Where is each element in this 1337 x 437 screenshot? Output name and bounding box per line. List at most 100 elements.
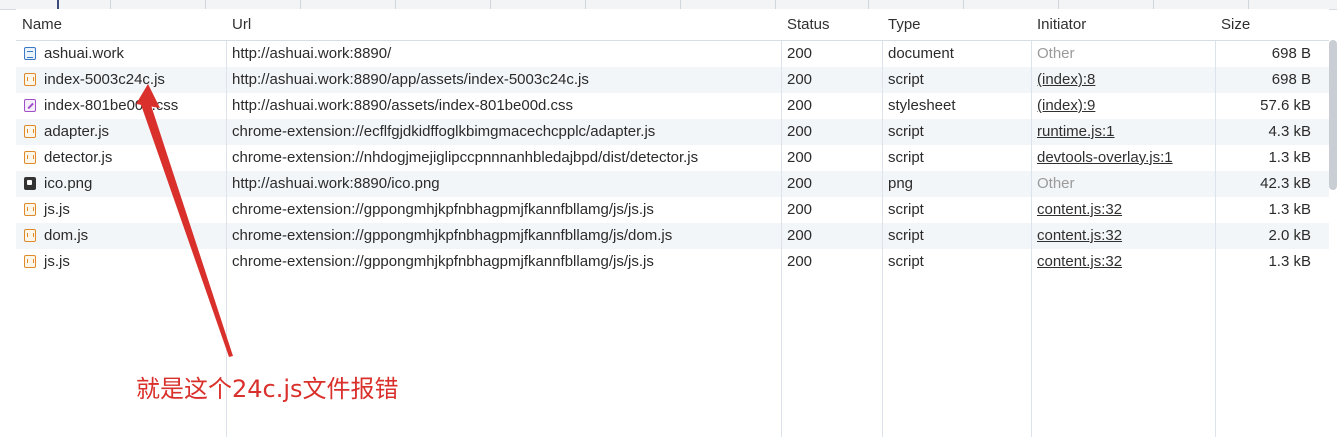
cell-name-text: detector.js [44,149,113,166]
stylesheet-icon [24,99,36,112]
document-icon [24,47,36,60]
initiator-link[interactable]: content.js:32 [1037,253,1122,270]
strip-divider [490,0,491,9]
strip-divider [585,0,586,9]
column-header-size[interactable]: Size [1215,9,1329,40]
script-icon [24,151,36,164]
cell-size: 1.3 kB [1268,253,1311,270]
strip-divider [57,0,59,9]
script-icon [24,255,36,268]
cell-initiator: Other [1037,175,1075,192]
cell-initiator: content.js:32 [1031,249,1215,275]
cell-url: chrome-extension://ecflfgjdkidffoglkbimg… [232,123,656,140]
column-header-status[interactable]: Status [781,9,882,40]
column-divider[interactable] [882,9,883,437]
cell-name: adapter.js [16,119,226,145]
column-header-type[interactable]: Type [882,9,1031,40]
column-divider[interactable] [781,9,782,437]
initiator-link[interactable]: content.js:32 [1037,201,1122,218]
cell-size: 1.3 kB [1268,149,1311,166]
initiator-link[interactable]: devtools-overlay.js:1 [1037,149,1173,166]
strip-divider [680,0,681,9]
column-header-url[interactable]: Url [226,9,781,40]
cell-status: 200 [787,175,813,192]
annotation-label: 就是这个24c.js文件报错 [136,375,399,403]
script-icon [24,229,36,242]
devtools-network-panel: ashuai.work http://ashuai.work:8890/200 do… [0,0,1337,437]
cell-type: script [888,253,924,270]
cell-url: chrome-extension://gppongmhjkpfnbhagpmjf… [232,253,654,270]
image-icon [24,177,36,190]
table-row[interactable]: dom.js chrome-extension://gppongmhjkpfnbh… [16,223,1329,249]
strip-divider [963,0,964,9]
cell-initiator: (index):9 [1031,93,1215,119]
cell-status: 200 [787,201,813,218]
cell-name-text: dom.js [44,227,89,244]
table-row[interactable]: js.js chrome-extension://gppongmhjkpfnbha… [16,249,1329,275]
cell-size: 1.3 kB [1268,201,1311,218]
cell-url: chrome-extension://nhdogjmejiglipccpnnna… [232,149,699,166]
cell-name-text: ashuai.work [44,45,125,62]
cell-url: chrome-extension://gppongmhjkpfnbhagpmjf… [232,227,673,244]
column-divider[interactable] [1215,9,1216,437]
initiator-link[interactable]: content.js:32 [1037,227,1122,244]
strip-divider [775,0,776,9]
cell-url: chrome-extension://gppongmhjkpfnbhagpmjf… [232,201,654,218]
cell-size: 2.0 kB [1268,227,1311,244]
cell-name-text: ico.png [44,175,93,192]
cell-initiator: runtime.js:1 [1031,119,1215,145]
cell-name: ico.png [16,171,226,197]
script-icon [24,125,36,138]
strip-divider [1248,0,1249,9]
cell-type: script [888,227,924,244]
initiator-link[interactable]: (index):9 [1037,97,1095,114]
column-header-name[interactable]: Name [16,9,226,40]
initiator-link[interactable]: (index):8 [1037,71,1095,88]
cell-name: index-5003c24c.js [16,67,226,93]
cell-name-text: index-5003c24c.js [44,71,165,88]
cell-size: 57.6 kB [1260,97,1311,114]
table-row[interactable]: adapter.js chrome-extension://ecflfgjdkid… [16,119,1329,145]
cell-name: dom.js [16,223,226,249]
table-row[interactable]: js.js chrome-extension://gppongmhjkpfnbha… [16,197,1329,223]
cell-name-text: js.js [44,253,70,270]
cell-initiator: content.js:32 [1031,197,1215,223]
cell-type: stylesheet [888,97,956,114]
strip-divider [1058,0,1059,9]
cell-url: http://ashuai.work:8890/ [232,45,392,62]
cell-name-text: adapter.js [44,123,110,140]
table-row[interactable]: index-801be00d.css http://ashuai.work:889… [16,93,1329,119]
script-icon [24,73,36,86]
cell-name: js.js [16,249,226,275]
column-header-initiator[interactable]: Initiator [1031,9,1215,40]
cell-status: 200 [787,45,813,62]
cell-status: 200 [787,123,813,140]
column-divider[interactable] [1031,9,1032,437]
vertical-scrollbar[interactable] [1329,40,1337,190]
cell-initiator: devtools-overlay.js:1 [1031,145,1215,171]
cell-name: ashuai.work [16,41,226,67]
cell-type: document [888,45,954,62]
cell-url: http://ashuai.work:8890/assets/index-801… [232,97,574,114]
strip-divider [205,0,206,9]
strip-divider [1153,0,1154,9]
table-row[interactable]: index-5003c24c.js http://ashuai.work:8890… [16,67,1329,93]
table-row[interactable]: ico.png http://ashuai.work:8890/ico.png 20… [16,171,1329,197]
initiator-link[interactable]: runtime.js:1 [1037,123,1115,140]
table-row[interactable]: ashuai.work http://ashuai.work:8890/200 do… [16,41,1329,67]
cell-size: 698 B [1271,45,1311,62]
cell-url: http://ashuai.work:8890/ico.png [232,175,440,192]
table-row[interactable]: detector.js chrome-extension://nhdogjmeji… [16,145,1329,171]
cell-name: js.js [16,197,226,223]
cell-initiator: Other [1037,45,1075,62]
cell-type: script [888,149,924,166]
cell-status: 200 [787,253,813,270]
cell-initiator: content.js:32 [1031,223,1215,249]
cell-type: script [888,123,924,140]
strip-divider [110,0,111,9]
cell-name: index-801be00d.css [16,93,226,119]
script-icon [24,203,36,216]
cell-size: 698 B [1271,71,1311,88]
strip-divider [395,0,396,9]
cell-status: 200 [787,97,813,114]
